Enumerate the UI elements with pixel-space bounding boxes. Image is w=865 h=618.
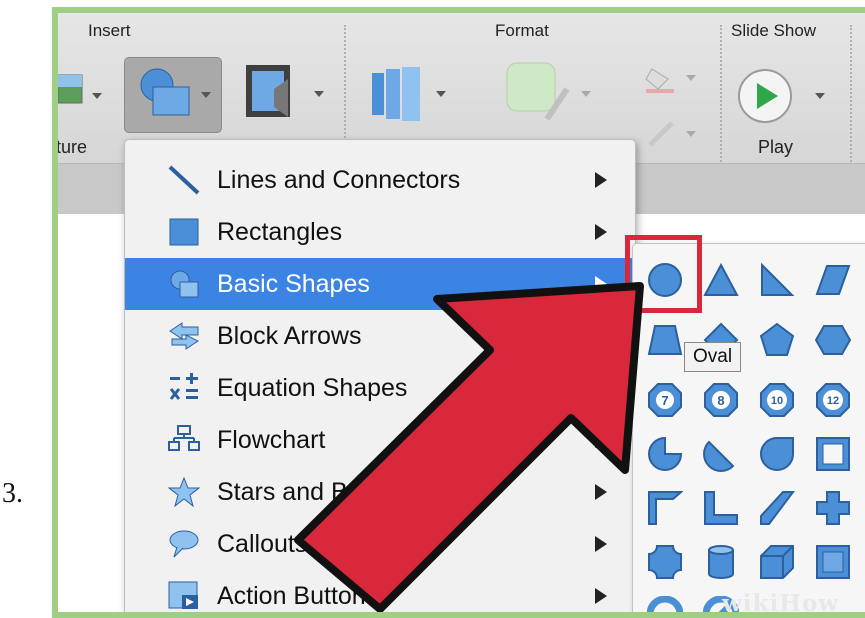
step-number: 3. bbox=[2, 478, 23, 509]
screenshot-frame: Insert Format Slide Show ture Play Lines… bbox=[52, 7, 865, 618]
red-pointer-arrow-icon bbox=[294, 282, 644, 612]
app-window: Insert Format Slide Show ture Play Lines… bbox=[58, 13, 865, 612]
wikihow-watermark: wikiHow bbox=[722, 590, 840, 612]
